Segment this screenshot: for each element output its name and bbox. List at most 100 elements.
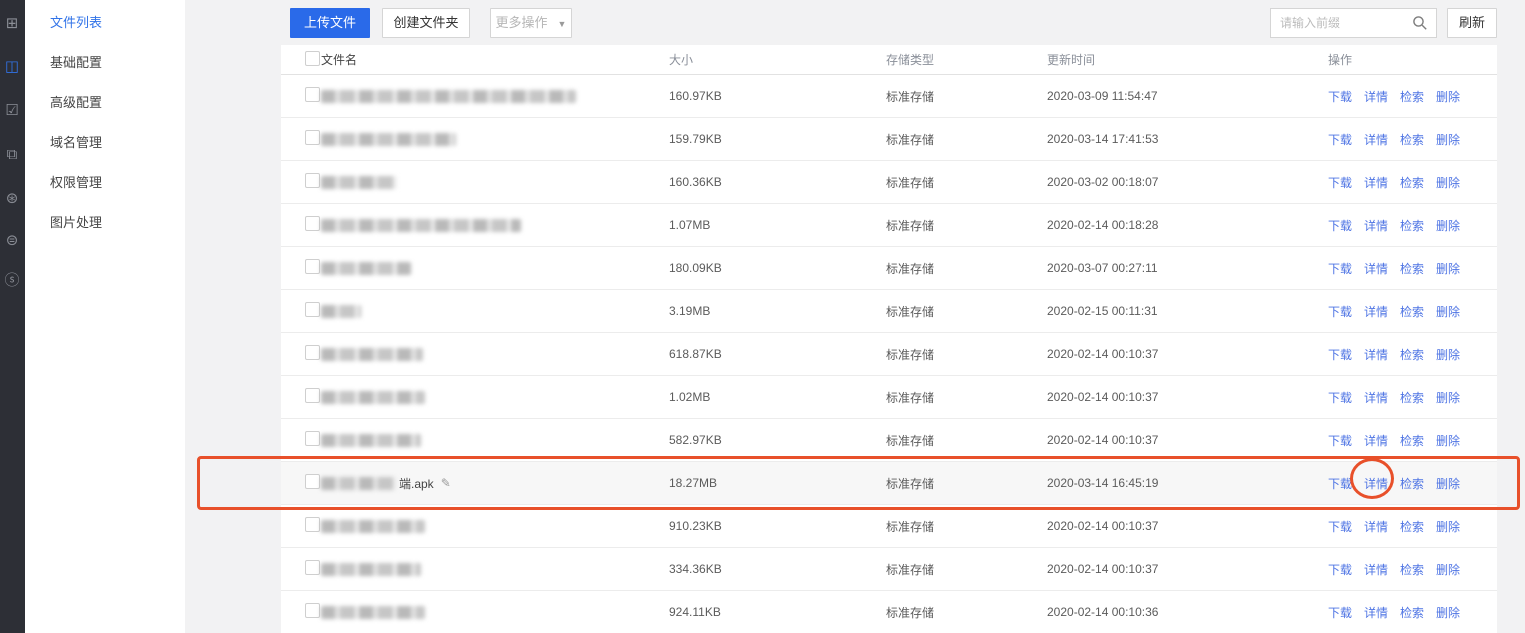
- action-download-link[interactable]: 下载: [1328, 176, 1352, 190]
- action-retrieve-link[interactable]: 检索: [1400, 133, 1424, 147]
- row-checkbox[interactable]: [305, 130, 320, 145]
- sidebar-item-5[interactable]: 权限管理: [25, 163, 185, 200]
- action-download-link[interactable]: 下载: [1328, 348, 1352, 362]
- action-delete-link[interactable]: 删除: [1436, 348, 1460, 362]
- sidebar-item-3[interactable]: 高级配置: [25, 83, 185, 120]
- sidebar-item-2[interactable]: 基础配置: [25, 43, 185, 80]
- edit-filename-icon[interactable]: ✎: [441, 476, 451, 490]
- dashboard-grid-icon[interactable]: ⊞: [1, 13, 23, 35]
- action-retrieve-link[interactable]: 检索: [1400, 348, 1424, 362]
- action-download-link[interactable]: 下载: [1328, 219, 1352, 233]
- action-download-link[interactable]: 下载: [1328, 434, 1352, 448]
- row-checkbox[interactable]: [305, 474, 320, 489]
- upload-file-button[interactable]: 上传文件: [290, 8, 370, 38]
- action-retrieve-link[interactable]: 检索: [1400, 391, 1424, 405]
- action-details-link[interactable]: 详情: [1364, 606, 1388, 620]
- row-checkbox[interactable]: [305, 603, 320, 618]
- action-details-link[interactable]: 详情: [1364, 305, 1388, 319]
- share-nodes-icon[interactable]: ⧉: [1, 144, 23, 166]
- action-delete-link[interactable]: 删除: [1436, 133, 1460, 147]
- row-checkbox[interactable]: [305, 560, 320, 575]
- select-all-checkbox[interactable]: [305, 51, 320, 66]
- row-actions: 下载详情检索删除: [1328, 432, 1497, 449]
- action-retrieve-link[interactable]: 检索: [1400, 434, 1424, 448]
- prefix-search-input[interactable]: [1271, 9, 1399, 37]
- row-checkbox[interactable]: [305, 216, 320, 231]
- action-delete-link[interactable]: 删除: [1436, 305, 1460, 319]
- action-delete-link[interactable]: 删除: [1436, 520, 1460, 534]
- blurred-filename: [321, 90, 576, 103]
- action-details-link[interactable]: 详情: [1364, 219, 1388, 233]
- action-download-link[interactable]: 下载: [1328, 477, 1352, 491]
- action-download-link[interactable]: 下载: [1328, 606, 1352, 620]
- task-check-icon[interactable]: ☑: [1, 100, 23, 122]
- action-retrieve-link[interactable]: 检索: [1400, 520, 1424, 534]
- storage-bucket-icon[interactable]: ◫: [1, 56, 23, 78]
- action-retrieve-link[interactable]: 检索: [1400, 90, 1424, 104]
- action-details-link[interactable]: 详情: [1364, 90, 1388, 104]
- action-details-link[interactable]: 详情: [1364, 391, 1388, 405]
- update-time: 2020-02-14 00:10:36: [1047, 605, 1328, 619]
- circle-s-icon[interactable]: ⓢ: [1, 270, 23, 292]
- action-retrieve-link[interactable]: 检索: [1400, 219, 1424, 233]
- table-row: 160.36KB标准存储2020-03-02 00:18:07下载详情检索删除: [281, 161, 1497, 204]
- action-delete-link[interactable]: 删除: [1436, 434, 1460, 448]
- action-download-link[interactable]: 下载: [1328, 262, 1352, 276]
- action-retrieve-link[interactable]: 检索: [1400, 477, 1424, 491]
- action-download-link[interactable]: 下载: [1328, 90, 1352, 104]
- circle-list-icon[interactable]: ⊜: [1, 230, 23, 252]
- action-details-link[interactable]: 详情: [1364, 520, 1388, 534]
- action-retrieve-link[interactable]: 检索: [1400, 176, 1424, 190]
- create-folder-button[interactable]: 创建文件夹: [382, 8, 470, 38]
- sidebar-item-6[interactable]: 图片处理: [25, 203, 185, 240]
- action-retrieve-link[interactable]: 检索: [1400, 606, 1424, 620]
- global-tools-icon[interactable]: ⊛: [1, 188, 23, 210]
- action-details-link[interactable]: 详情: [1364, 176, 1388, 190]
- action-retrieve-link[interactable]: 检索: [1400, 305, 1424, 319]
- more-actions-dropdown[interactable]: 更多操作▼: [490, 8, 572, 38]
- table-row: 端.apk✎18.27MB标准存储2020-03-14 16:45:19下载详情…: [281, 462, 1497, 505]
- action-retrieve-link[interactable]: 检索: [1400, 262, 1424, 276]
- update-time: 2020-03-14 17:41:53: [1047, 132, 1328, 146]
- action-download-link[interactable]: 下载: [1328, 133, 1352, 147]
- refresh-button[interactable]: 刷新: [1447, 8, 1497, 38]
- action-details-link[interactable]: 详情: [1364, 563, 1388, 577]
- action-download-link[interactable]: 下载: [1328, 563, 1352, 577]
- row-checkbox[interactable]: [305, 517, 320, 532]
- action-details-link[interactable]: 详情: [1364, 477, 1388, 491]
- row-checkbox[interactable]: [305, 87, 320, 102]
- action-download-link[interactable]: 下载: [1328, 391, 1352, 405]
- sidebar-item-1[interactable]: 文件列表: [25, 3, 185, 40]
- row-checkbox[interactable]: [305, 431, 320, 446]
- file-table: 文件名大小存储类型更新时间操作 160.97KB标准存储2020-03-09 1…: [281, 45, 1497, 633]
- row-checkbox[interactable]: [305, 259, 320, 274]
- action-delete-link[interactable]: 删除: [1436, 219, 1460, 233]
- search-icon[interactable]: [1412, 15, 1428, 31]
- table-row: 180.09KB标准存储2020-03-07 00:27:11下载详情检索删除: [281, 247, 1497, 290]
- action-details-link[interactable]: 详情: [1364, 434, 1388, 448]
- file-size: 160.36KB: [669, 175, 886, 189]
- row-checkbox[interactable]: [305, 173, 320, 188]
- row-checkbox[interactable]: [305, 388, 320, 403]
- action-delete-link[interactable]: 删除: [1436, 262, 1460, 276]
- action-delete-link[interactable]: 删除: [1436, 563, 1460, 577]
- sidebar-item-4[interactable]: 域名管理: [25, 123, 185, 160]
- action-delete-link[interactable]: 删除: [1436, 606, 1460, 620]
- action-retrieve-link[interactable]: 检索: [1400, 563, 1424, 577]
- action-delete-link[interactable]: 删除: [1436, 90, 1460, 104]
- row-checkbox[interactable]: [305, 302, 320, 317]
- action-delete-link[interactable]: 删除: [1436, 477, 1460, 491]
- action-details-link[interactable]: 详情: [1364, 133, 1388, 147]
- action-download-link[interactable]: 下载: [1328, 520, 1352, 534]
- table-row: 924.11KB标准存储2020-02-14 00:10:36下载详情检索删除: [281, 591, 1497, 633]
- action-download-link[interactable]: 下载: [1328, 305, 1352, 319]
- action-details-link[interactable]: 详情: [1364, 262, 1388, 276]
- storage-type: 标准存储: [886, 561, 1047, 578]
- action-delete-link[interactable]: 删除: [1436, 176, 1460, 190]
- row-checkbox[interactable]: [305, 345, 320, 360]
- table-row: 159.79KB标准存储2020-03-14 17:41:53下载详情检索删除: [281, 118, 1497, 161]
- action-delete-link[interactable]: 删除: [1436, 391, 1460, 405]
- action-details-link[interactable]: 详情: [1364, 348, 1388, 362]
- row-actions: 下载详情检索删除: [1328, 88, 1497, 105]
- blurred-filename: [321, 262, 411, 275]
